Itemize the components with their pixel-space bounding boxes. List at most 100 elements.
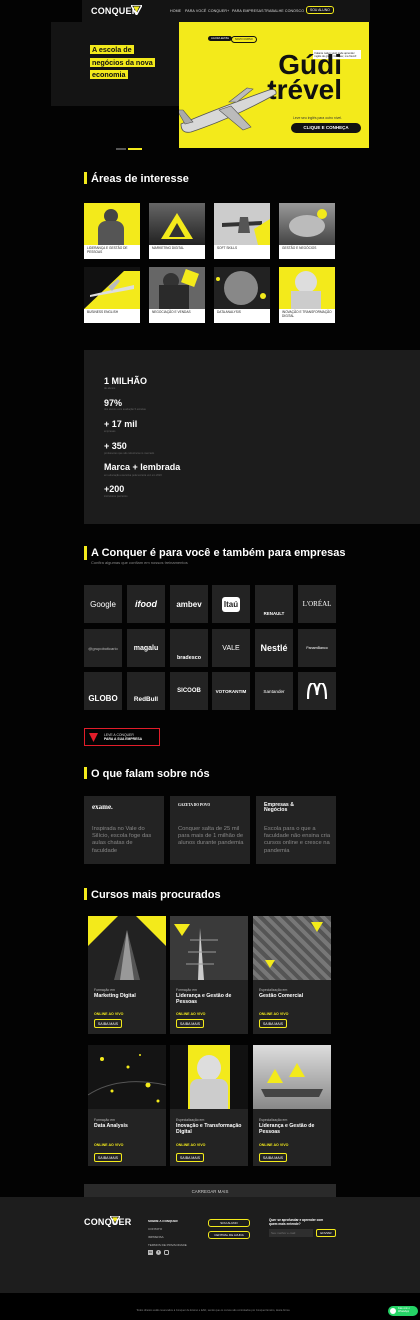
course-name: Gestão Comercial [259,993,304,999]
client-logo-ifood: ifood [127,585,165,623]
site-footer: CONQUER SOBRE A CONQUER CONTATO IMPRENSA… [0,1197,420,1293]
hero-banner[interactable]: AGORA EM BH NOVO CURSO Falante nativo vo… [179,22,369,148]
stat-value: 1 MILHÃO [104,376,148,386]
client-logo-boticario: @grupoboticario [84,629,122,667]
client-logo-votorantim: VOTORANTIM [212,672,250,710]
testimonial-card: GAZETA DO POVO Conquer salta de 25 mil p… [170,796,250,864]
area-card[interactable]: INOVAÇÃO E TRANSFORMAÇÃO DIGITAL [279,267,335,323]
footer-student-button[interactable]: SOU ALUNO [208,1219,250,1227]
course-card[interactable]: Especialização em Gestão Comercial ONLIN… [253,916,331,1034]
whatsapp-label: Fale com o WhatsApp [398,1307,410,1313]
nav-para-empresas[interactable]: PARA EMPRESAS [232,9,264,13]
testimonials-title: O que falam sobre nós [91,768,210,780]
course-mode: ONLINE AO VIVO [176,1012,206,1016]
testimonial-text: Escola para o que a faculdade não ensina… [264,826,331,854]
area-image [279,203,335,245]
stat-caption: instrutores parceiros [104,495,128,498]
course-card[interactable]: Especialização em Liderança e Gestão de … [253,1045,331,1166]
saiba-mais-button[interactable]: SAIBA MAIS [259,1019,287,1028]
enterprise-cta-button[interactable]: LEVE A CONQUER PARA A SUA EMPRESA [84,728,160,746]
course-name: Liderança e Gestão de Pessoas [259,1123,315,1136]
client-logo-vale: VALE [212,629,250,667]
student-login-button[interactable]: SOU ALUNO [306,6,334,14]
saiba-mais-button[interactable]: SAIBA MAIS [94,1019,122,1028]
clients-title: A Conquer é para você e também para empr… [91,547,346,559]
course-image [253,916,331,980]
newsletter-submit-button[interactable]: ENVIAR [316,1229,336,1237]
area-card[interactable]: MARKETING DIGITAL [149,203,205,259]
whatsapp-icon [390,1308,396,1314]
section-marker [84,767,87,779]
course-mode: ONLINE AO VIVO [94,1143,124,1147]
hero-cta-button[interactable]: CLIQUE E CONHEÇA [291,123,361,133]
facebook-icon[interactable]: f [156,1250,161,1255]
course-name: Liderança e Gestão de Pessoas [176,993,232,1006]
section-marker [84,546,87,560]
area-image [279,267,335,309]
client-logo-nestle: Nestlé [255,629,293,667]
saiba-mais-button[interactable]: SAIBA MAIS [176,1153,204,1162]
instagram-icon[interactable] [164,1250,169,1255]
saiba-mais-button[interactable]: SAIBA MAIS [176,1019,204,1028]
area-image [214,203,270,245]
newsletter-email-input[interactable] [269,1229,313,1237]
course-card[interactable]: Especialização em Inovação e Transformaç… [170,1045,248,1166]
testimonial-card: exame. Inspirada no Vale do Silício, esc… [84,796,164,864]
course-mode: ONLINE AO VIVO [259,1143,289,1147]
logo-triangle-icon [131,5,142,15]
stat-value: Marca + lembrada [104,462,181,472]
area-card[interactable]: NEGOCIAÇÃO E VENDAS [149,267,205,323]
footer-link-contato[interactable]: CONTATO [148,1227,162,1231]
footer-link-imprensa[interactable]: IMPRENSA [148,1235,164,1239]
course-image [88,916,166,980]
nav-conquer-plus[interactable]: CONQUER+ [208,9,229,13]
copyright-bar: Todos direitos estão reservados à Conque… [0,1293,420,1320]
stat-caption: em educação executiva pela terceira vez … [104,474,162,477]
course-card[interactable]: Formação em Liderança e Gestão de Pessoa… [170,916,248,1034]
hero-subtitle: Leve seu inglês para outro nível. [293,116,343,120]
testimonial-card: Empresas & Negócios Escola para o que a … [256,796,336,864]
client-logo-sicoob: SICOOB [170,672,208,710]
client-logo-mcdonalds [298,672,336,710]
course-mode: ONLINE AO VIVO [259,1012,289,1016]
area-card[interactable]: LIDERANÇA E GESTÃO DE PESSOAS [84,203,140,259]
area-image [149,203,205,245]
stat-caption: empresas [104,430,116,433]
carousel-dot-2[interactable] [128,148,142,150]
area-card[interactable]: DATA ANALYSIS [214,267,270,323]
clients-subtitle: Confira algumas que confiam em nossos tr… [91,560,188,565]
course-image [170,916,248,980]
whatsapp-chat-button[interactable]: Fale com o WhatsApp [388,1306,418,1316]
area-card[interactable]: BUSINESS ENGLISH [84,267,140,323]
nav-trabalhe-conosco[interactable]: TRABALHE CONOSCO [264,9,304,13]
area-card[interactable]: SOFT SKILLS [214,203,270,259]
stat-value: + 17 mil [104,419,138,429]
footer-logo[interactable]: CONQUER [84,1217,131,1227]
logo-triangle-icon [110,1216,120,1225]
stat-caption: dos alunos com avaliação 5 estrelas [104,408,146,411]
nav-home[interactable]: HOME [170,9,181,13]
press-logo-exame: exame. [92,803,113,811]
carousel-dot-1[interactable] [116,148,126,150]
client-logo-magalu: magalu [127,629,165,667]
course-card[interactable]: Formação em Data Analysis ONLINE AO VIVO… [88,1045,166,1166]
client-logo-globo: GLOBO [84,672,122,710]
nav-para-voce[interactable]: PARA VOCÊ [185,9,206,13]
area-card[interactable]: GESTÃO E NEGÓCIOS [279,203,335,259]
hero-left-panel: A escola de negócios da nova economia [51,22,179,106]
footer-help-button[interactable]: CENTRAL DE AJUDA [208,1231,250,1239]
linkedin-icon[interactable]: in [148,1250,153,1255]
saiba-mais-button[interactable]: SAIBA MAIS [94,1153,122,1162]
client-logo-google: Google [84,585,122,623]
saiba-mais-button[interactable]: SAIBA MAIS [259,1153,287,1162]
area-image [214,267,270,309]
hero-headline: A escola de negócios da nova economia [90,45,155,79]
course-image [88,1045,166,1109]
testimonial-text: Conquer salta de 25 mil para mais de 1 m… [178,826,244,847]
social-links: in f [148,1250,169,1255]
press-logo-gazeta: GAZETA DO POVO [178,803,211,807]
footer-link-sobre[interactable]: SOBRE A CONQUER [148,1219,178,1223]
course-card[interactable]: Formação em Marketing Digital ONLINE AO … [88,916,166,1034]
footer-link-privacidade[interactable]: TERMOS DE PRIVACIDADE [148,1243,187,1247]
conquer-mark-icon [89,732,98,742]
